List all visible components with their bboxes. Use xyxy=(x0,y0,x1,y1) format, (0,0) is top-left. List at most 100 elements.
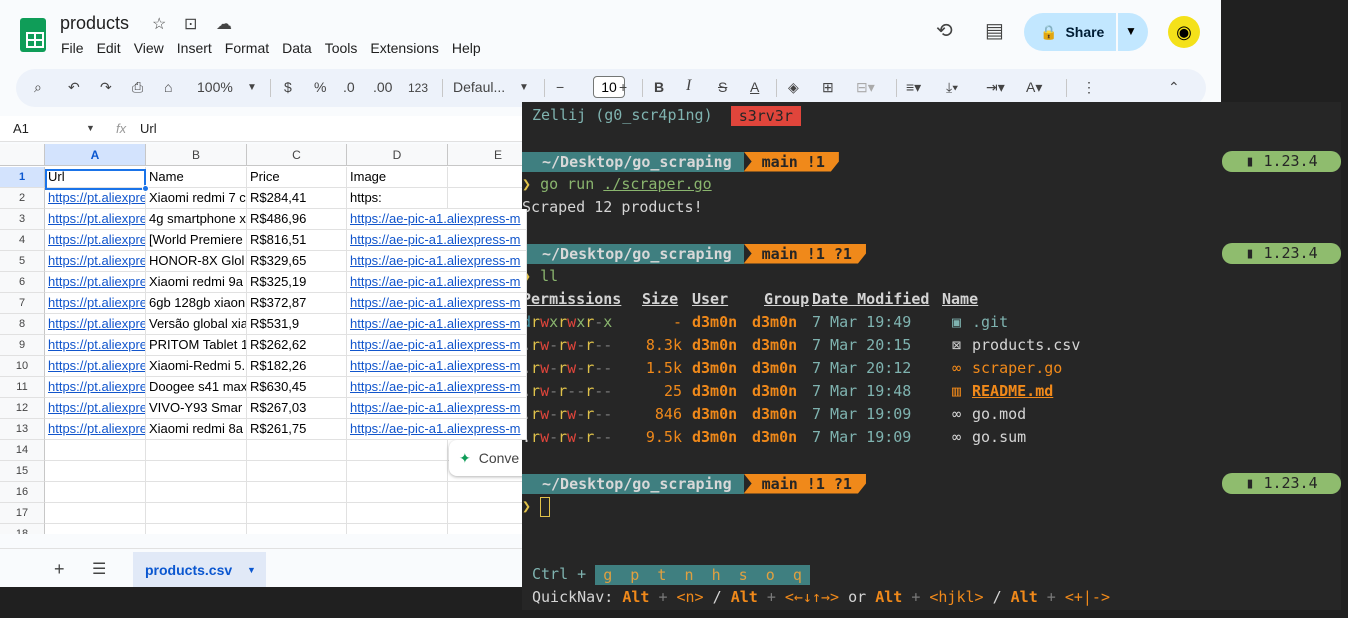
all-sheets-icon[interactable]: ☰ xyxy=(92,559,106,579)
table-cell[interactable]: https://pt.aliexpre xyxy=(45,293,146,314)
table-cell[interactable]: https://ae-pic-a1.aliexpress-m xyxy=(347,335,527,356)
column-header-a[interactable]: A xyxy=(45,144,146,166)
row-header[interactable]: 2 xyxy=(0,188,45,209)
table-cell[interactable]: R$630,45 xyxy=(247,377,347,398)
table-cell[interactable]: R$372,87 xyxy=(247,293,347,314)
row-header[interactable]: 1 xyxy=(0,167,45,188)
table-cell[interactable] xyxy=(146,461,247,482)
strikethrough-icon[interactable]: S xyxy=(718,79,727,95)
table-cell[interactable]: R$486,96 xyxy=(247,209,347,230)
increase-font-size-icon[interactable]: + xyxy=(619,79,627,95)
text-cursor[interactable] xyxy=(540,496,551,517)
menu-format[interactable]: Format xyxy=(225,40,269,56)
redo-icon[interactable]: ↷ xyxy=(100,79,112,96)
italic-icon[interactable]: I xyxy=(686,77,691,95)
table-cell[interactable]: R$325,19 xyxy=(247,272,347,293)
row-header[interactable]: 13 xyxy=(0,419,45,440)
search-menus-icon[interactable]: ⌕ xyxy=(34,79,42,96)
menu-view[interactable]: View xyxy=(134,40,164,56)
table-cell[interactable] xyxy=(247,503,347,524)
menu-edit[interactable]: Edit xyxy=(97,40,121,56)
name-box[interactable]: A1 xyxy=(13,121,29,136)
text-rotation-icon[interactable]: A▾ xyxy=(1026,79,1042,96)
fill-color-icon[interactable]: ◈ xyxy=(788,79,799,96)
print-icon[interactable]: ⎙ xyxy=(132,79,143,96)
row-header[interactable]: 18 xyxy=(0,524,45,534)
table-cell[interactable]: Xiaomi redmi 8a xyxy=(146,419,247,440)
decrease-decimal-button[interactable]: .0 xyxy=(343,79,355,95)
font-chevron-down-icon[interactable]: ▼ xyxy=(519,82,529,93)
table-cell[interactable]: https://pt.aliexpre xyxy=(45,272,146,293)
name-box-chevron-down-icon[interactable]: ▼ xyxy=(86,123,95,133)
table-cell[interactable]: https://ae-pic-a1.aliexpress-m xyxy=(347,419,527,440)
avatar[interactable]: ◉ xyxy=(1168,16,1200,48)
row-header[interactable]: 11 xyxy=(0,377,45,398)
table-cell[interactable] xyxy=(45,461,146,482)
table-cell[interactable] xyxy=(45,524,146,534)
table-cell[interactable]: Xiaomi-Redmi 5. xyxy=(146,356,247,377)
merge-cells-icon[interactable]: ⊟▾ xyxy=(856,79,875,96)
zoom-select[interactable]: 100% xyxy=(197,79,233,95)
history-icon[interactable]: ⟲ xyxy=(936,18,953,43)
menu-extensions[interactable]: Extensions xyxy=(370,40,438,56)
table-cell[interactable]: https://ae-pic-a1.aliexpress-m xyxy=(347,314,527,335)
table-cell[interactable]: https: xyxy=(347,188,448,209)
row-header[interactable]: 14 xyxy=(0,440,45,461)
comments-icon[interactable]: ▤ xyxy=(985,18,1004,43)
table-cell[interactable]: PRITOM Tablet 1 xyxy=(146,335,247,356)
table-cell[interactable]: https://pt.aliexpre xyxy=(45,188,146,209)
table-cell[interactable]: https://ae-pic-a1.aliexpress-m xyxy=(347,251,527,272)
table-cell[interactable]: 4g smartphone x xyxy=(146,209,247,230)
bold-icon[interactable]: B xyxy=(654,79,664,95)
table-cell[interactable]: R$816,51 xyxy=(247,230,347,251)
sheet-tab-chevron-down-icon[interactable]: ▼ xyxy=(247,552,256,587)
table-cell[interactable] xyxy=(146,524,247,534)
sheets-logo-icon[interactable] xyxy=(20,18,46,52)
row-header[interactable]: 3 xyxy=(0,209,45,230)
table-cell[interactable] xyxy=(146,503,247,524)
row-header[interactable]: 4 xyxy=(0,230,45,251)
select-all-corner[interactable] xyxy=(0,144,45,166)
row-header[interactable]: 8 xyxy=(0,314,45,335)
table-cell[interactable]: R$182,26 xyxy=(247,356,347,377)
currency-format-button[interactable]: $ xyxy=(284,79,292,95)
table-cell[interactable] xyxy=(347,524,448,534)
table-cell[interactable]: Xiaomi redmi 9a xyxy=(146,272,247,293)
table-cell[interactable] xyxy=(347,503,448,524)
table-cell[interactable] xyxy=(45,503,146,524)
row-header[interactable]: 7 xyxy=(0,293,45,314)
add-sheet-icon[interactable]: + xyxy=(54,559,65,580)
move-folder-icon[interactable]: ⊡ xyxy=(184,14,197,34)
text-color-icon[interactable]: A xyxy=(750,79,759,95)
table-cell[interactable]: R$329,65 xyxy=(247,251,347,272)
table-cell[interactable]: R$261,75 xyxy=(247,419,347,440)
table-cell[interactable]: HONOR-8X Glol xyxy=(146,251,247,272)
sheet-tab-products[interactable]: products.csv ▼ xyxy=(133,552,266,587)
table-cell[interactable] xyxy=(146,482,247,503)
vertical-align-icon[interactable]: ⤓▾ xyxy=(946,79,958,96)
table-cell[interactable] xyxy=(347,461,448,482)
share-dropdown-icon[interactable]: ▼ xyxy=(1125,24,1137,38)
table-cell[interactable]: https://ae-pic-a1.aliexpress-m xyxy=(347,230,527,251)
table-cell[interactable]: https://pt.aliexpre xyxy=(45,419,146,440)
column-header-b[interactable]: B xyxy=(146,144,247,166)
table-cell[interactable]: R$531,9 xyxy=(247,314,347,335)
table-cell[interactable]: 6gb 128gb xiaon xyxy=(146,293,247,314)
table-cell[interactable]: https://ae-pic-a1.aliexpress-m xyxy=(347,398,527,419)
table-cell[interactable]: https://pt.aliexpre xyxy=(45,209,146,230)
borders-icon[interactable]: ⊞ xyxy=(822,79,834,96)
row-header[interactable]: 12 xyxy=(0,398,45,419)
collapse-toolbar-icon[interactable]: ⌃ xyxy=(1168,79,1180,96)
table-cell[interactable]: R$284,41 xyxy=(247,188,347,209)
table-cell[interactable]: Versão global xia xyxy=(146,314,247,335)
more-options-icon[interactable]: ⋮ xyxy=(1082,79,1096,96)
table-cell[interactable]: https://ae-pic-a1.aliexpress-m xyxy=(347,293,527,314)
paint-format-icon[interactable]: ⌂ xyxy=(164,79,172,95)
menu-help[interactable]: Help xyxy=(452,40,481,56)
undo-icon[interactable]: ↶ xyxy=(68,79,80,96)
table-cell[interactable]: https://ae-pic-a1.aliexpress-m xyxy=(347,209,527,230)
zoom-chevron-down-icon[interactable]: ▼ xyxy=(247,82,257,93)
decrease-font-size-icon[interactable]: − xyxy=(556,79,564,95)
table-cell[interactable]: https://pt.aliexpre xyxy=(45,398,146,419)
column-header-c[interactable]: C xyxy=(247,144,347,166)
